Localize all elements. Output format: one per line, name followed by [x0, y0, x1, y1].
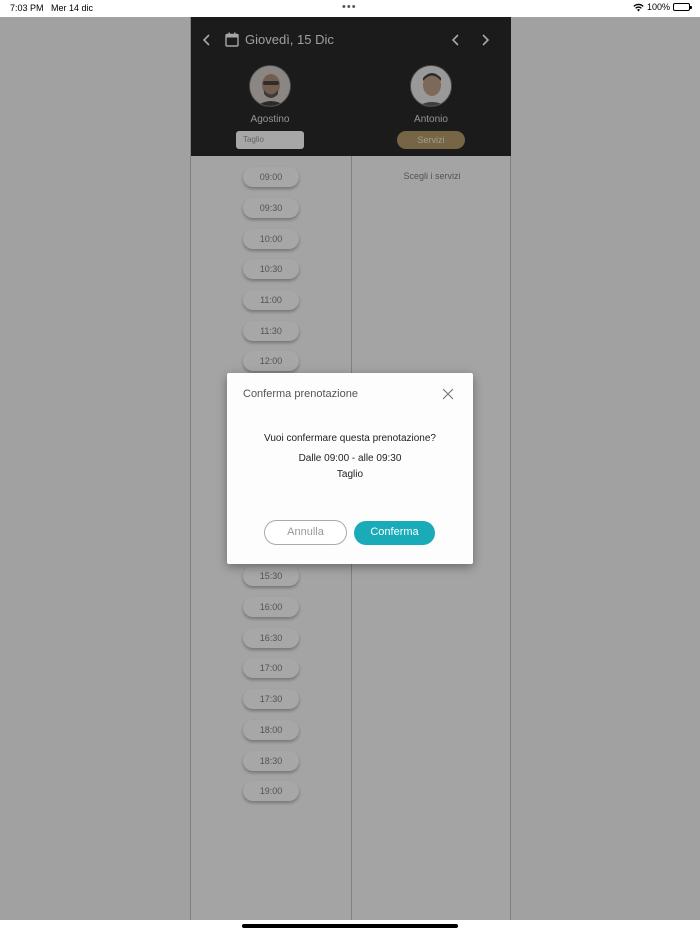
confirm-booking-dialog: Conferma prenotazione Vuoi confermare qu… [227, 373, 473, 564]
confirm-button[interactable]: Conferma [354, 521, 435, 545]
dialog-question: Vuoi confermare questa prenotazione? [264, 433, 436, 444]
close-icon[interactable] [440, 386, 456, 402]
booking-time-range: Dalle 09:00 - alle 09:30 [298, 453, 402, 464]
cancel-button[interactable]: Annulla [264, 520, 347, 545]
status-right: 100% [633, 2, 692, 12]
battery-percent: 100% [646, 2, 670, 12]
status-time: 7:03 PM [10, 3, 44, 13]
wifi-icon [633, 3, 644, 11]
battery-icon [673, 3, 692, 11]
dialog-title: Conferma prenotazione [243, 388, 358, 400]
multitasking-dots[interactable]: ••• [342, 1, 357, 13]
home-indicator[interactable] [242, 924, 458, 928]
status-date: Mer 14 dic [51, 3, 94, 13]
booking-service: Taglio [336, 469, 364, 480]
home-area [0, 920, 700, 934]
status-bar: 7:03 PM Mer 14 dic ••• 100% [0, 0, 700, 17]
